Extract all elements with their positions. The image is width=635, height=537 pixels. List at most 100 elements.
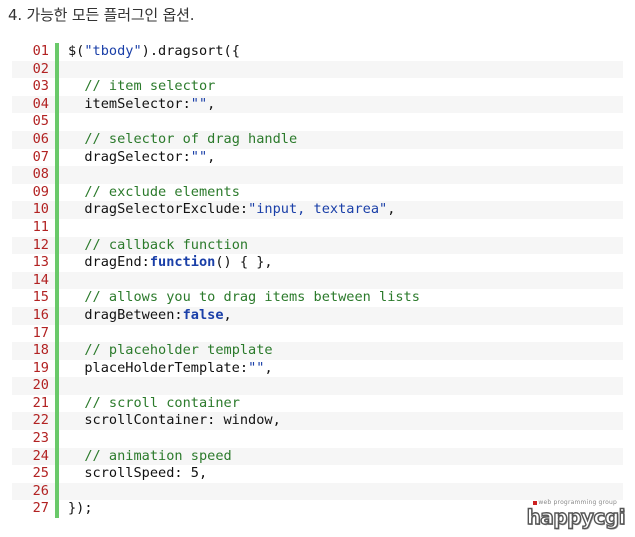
line-number: 08 <box>32 166 49 183</box>
code-content: itemSelector:"", <box>59 96 215 114</box>
line-number: 03 <box>32 78 49 95</box>
code-line: 11 <box>12 218 623 237</box>
code-token-plain: dragSelectorExclude: <box>68 201 249 218</box>
code-line: 19 placeHolderTemplate:"", <box>12 359 623 378</box>
code-line: 17 <box>12 324 623 343</box>
code-token-plain: ).dragsort({ <box>141 43 240 59</box>
line-number: 24 <box>32 447 49 464</box>
line-number: 22 <box>32 412 49 429</box>
line-number: 12 <box>32 236 49 253</box>
code-token-string: "" <box>190 95 208 112</box>
code-token-plain: , <box>207 95 216 112</box>
line-number: 01 <box>32 43 49 59</box>
code-line: 22 scrollContainer: window, <box>12 412 623 431</box>
code-token-string: "" <box>248 359 265 376</box>
code-token-comment: // animation speed <box>84 447 232 464</box>
code-token-plain: scrollContainer: window, <box>68 412 281 429</box>
line-number: 27 <box>32 500 49 517</box>
line-number: 19 <box>32 359 49 376</box>
line-number: 20 <box>32 377 49 394</box>
line-number: 14 <box>32 271 49 288</box>
code-line: 20 <box>12 377 623 395</box>
code-content <box>59 219 68 237</box>
code-content: dragSelector:"", <box>59 149 215 167</box>
code-token-comment: // selector of drag handle <box>84 130 298 147</box>
code-token-string: "input, textarea" <box>248 201 388 218</box>
code-content <box>59 325 68 343</box>
code-token-comment: // callback function <box>84 236 249 253</box>
code-content: // scroll container <box>59 395 240 413</box>
code-block: 01 $("tbody").dragsort({02 03 // item sele… <box>12 43 623 519</box>
code-line: 21 // scroll container <box>12 394 623 413</box>
code-token-plain: }); <box>68 500 93 517</box>
code-content: dragSelectorExclude:"input, textarea", <box>59 201 395 219</box>
code-line: 18 // placeholder template <box>12 342 623 360</box>
line-number: 21 <box>32 394 49 411</box>
code-content: // placeholder template <box>59 342 273 360</box>
code-content: scrollSpeed: 5, <box>59 465 207 483</box>
code-content <box>59 166 68 184</box>
code-token-comment: // placeholder template <box>84 342 273 359</box>
code-content <box>59 272 68 290</box>
site-logo: web programming group happycgi <box>526 499 626 530</box>
code-content <box>59 377 68 395</box>
code-token-string: "tbody" <box>84 43 142 59</box>
line-number: 10 <box>32 201 49 218</box>
code-line: 15 // allows you to drag items between l… <box>12 289 623 307</box>
code-token-keyword: false <box>182 306 224 323</box>
code-line: 09 // exclude elements <box>12 183 623 202</box>
code-line: 07 dragSelector:"", <box>12 148 623 167</box>
code-token-comment: // scroll container <box>84 394 240 411</box>
code-line: 03 // item selector <box>12 78 623 96</box>
code-content: // exclude elements <box>59 184 240 202</box>
code-token-plain: , <box>387 201 396 218</box>
code-line: 13 dragEnd:function() { }, <box>12 254 623 272</box>
code-token-comment: // exclude elements <box>84 183 240 200</box>
code-line: 26 <box>12 482 623 501</box>
code-content <box>59 61 68 79</box>
code-line: 24 // animation speed <box>12 447 623 466</box>
code-token-plain: dragSelector: <box>68 148 191 165</box>
code-line: 01 $("tbody").dragsort({ <box>12 43 623 61</box>
code-content: dragBetween:false, <box>59 306 232 325</box>
code-token-plain: , <box>207 148 216 165</box>
code-token-string: "" <box>190 148 208 165</box>
code-token-comment: // allows you to drag items between list… <box>84 289 420 306</box>
code-content: // selector of drag handle <box>59 131 297 149</box>
code-token-plain: () { }, <box>215 254 273 271</box>
code-content: // item selector <box>59 78 215 96</box>
code-content: dragEnd:function() { }, <box>59 254 273 272</box>
code-content <box>59 483 68 501</box>
code-line: 02 <box>12 60 623 79</box>
code-content: placeHolderTemplate:"", <box>59 359 273 378</box>
line-number: 16 <box>32 306 49 323</box>
line-number: 13 <box>32 254 49 271</box>
code-content: // allows you to drag items between list… <box>59 289 420 307</box>
code-token-plain: $( <box>68 43 85 59</box>
section-heading: 4. 가능한 모든 플러그인 옵션. <box>8 6 195 24</box>
line-number: 18 <box>32 342 49 359</box>
code-line: 16 dragBetween:false, <box>12 306 623 325</box>
code-token-plain: itemSelector: <box>68 95 191 112</box>
code-line: 05 <box>12 113 623 131</box>
code-token-plain: , <box>264 359 273 376</box>
code-line: 23 <box>12 430 623 448</box>
code-token-plain: placeHolderTemplate: <box>68 359 249 376</box>
code-token-comment: // item selector <box>84 78 216 95</box>
code-line: 08 <box>12 166 623 184</box>
code-token-plain: , <box>223 306 232 323</box>
code-token-keyword: function <box>149 254 216 271</box>
code-line: 10 dragSelectorExclude:"input, textarea"… <box>12 201 623 219</box>
code-token-plain: dragEnd: <box>68 254 150 271</box>
line-number: 04 <box>32 95 49 112</box>
code-token-plain: dragBetween: <box>68 306 183 323</box>
code-content: // animation speed <box>59 447 232 466</box>
code-line: 25 scrollSpeed: 5, <box>12 465 623 483</box>
code-content <box>59 113 68 131</box>
code-content <box>59 430 68 448</box>
